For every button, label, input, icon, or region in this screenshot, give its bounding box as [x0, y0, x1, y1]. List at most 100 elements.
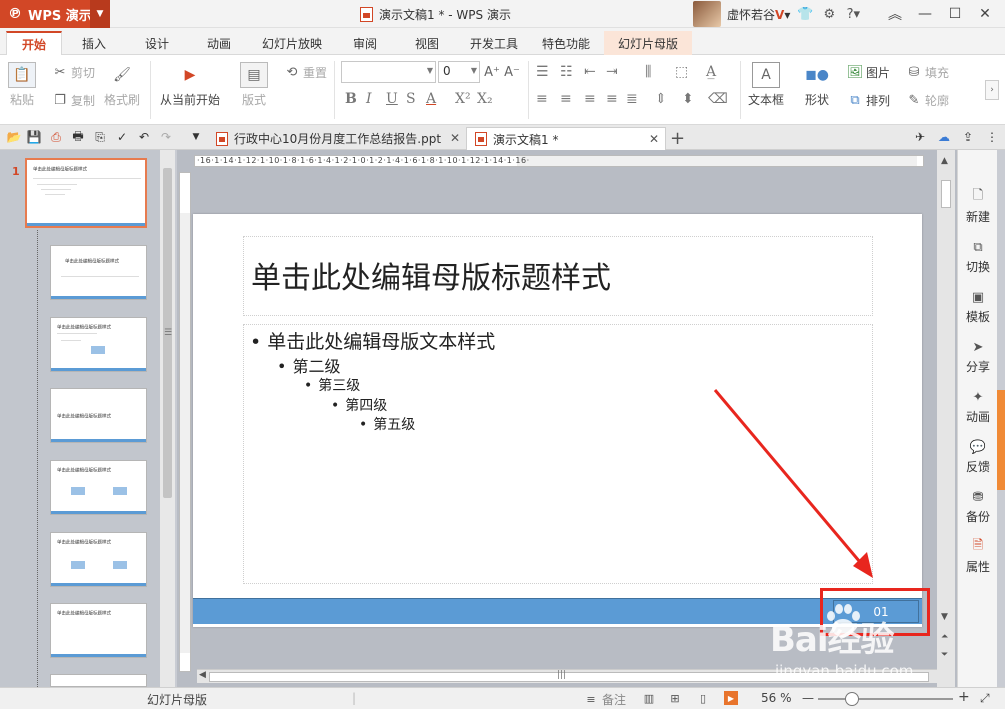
- save-icon[interactable]: 💾: [26, 129, 42, 145]
- tab-slide-master[interactable]: 幻灯片母版: [604, 31, 692, 55]
- sidebar-expand-handle[interactable]: [997, 390, 1005, 490]
- align-center-icon[interactable]: ≡: [560, 91, 572, 107]
- doc-tab-presentation1[interactable]: 演示文稿1 * ✕: [466, 127, 666, 150]
- shrink-font-button[interactable]: A⁻: [504, 64, 520, 80]
- master-slide-thumbnail[interactable]: 单击此处编辑母版标题样式: [25, 158, 147, 228]
- title-placeholder[interactable]: 单击此处编辑母版标题样式: [243, 236, 873, 316]
- app-menu-button[interactable]: ℗ WPS 演示 ▼: [0, 0, 110, 28]
- layout-thumbnail-comparison[interactable]: 单击此处编辑母版标题样式: [50, 532, 147, 587]
- print-icon[interactable]: 🖶: [70, 129, 86, 145]
- user-area[interactable]: 虚怀若谷V▾ 👕 ⚙ ?▾: [693, 0, 862, 28]
- bold-icon[interactable]: B: [345, 91, 357, 107]
- paste-button[interactable]: 📋 粘贴: [8, 62, 36, 108]
- open-folder-icon[interactable]: 📂: [6, 129, 22, 145]
- sidebar-new[interactable]: 🗋 新建: [958, 188, 998, 225]
- tab-view[interactable]: 视图: [403, 31, 451, 55]
- textbox-button[interactable]: A 文本框: [748, 62, 784, 108]
- tab-slideshow[interactable]: 幻灯片放映: [250, 31, 334, 55]
- bullet-list-icon[interactable]: ☰: [536, 64, 549, 80]
- ribbon-scroll-icon[interactable]: ›: [985, 80, 999, 100]
- layout-thumbnail-two-content[interactable]: 单击此处编辑母版标题样式: [50, 460, 147, 515]
- font-size-select[interactable]: 0 ▼: [438, 61, 480, 83]
- zoom-in-button[interactable]: +: [958, 689, 970, 705]
- underline-icon[interactable]: U: [386, 91, 398, 107]
- grow-font-button[interactable]: A⁺: [484, 64, 500, 80]
- tab-developer[interactable]: 开发工具: [458, 31, 530, 55]
- clear-format-icon[interactable]: ⌫: [708, 91, 728, 107]
- tab-insert[interactable]: 插入: [70, 31, 118, 55]
- redo-icon[interactable]: ↷: [158, 129, 174, 145]
- layout-button[interactable]: ▤ 版式: [240, 62, 268, 108]
- minimize-button[interactable]: —: [910, 0, 940, 28]
- arrange-button[interactable]: ⧉ 排列: [847, 92, 890, 109]
- sidebar-share[interactable]: ➤ 分享: [958, 338, 998, 375]
- maximize-button[interactable]: ☐: [940, 0, 970, 28]
- export-pdf-icon[interactable]: ⎙: [48, 129, 64, 145]
- close-tab-icon[interactable]: ✕: [450, 131, 460, 145]
- text-direction-icon[interactable]: ⫼: [645, 64, 651, 80]
- sidebar-properties[interactable]: 🗎 属性: [958, 538, 998, 575]
- fit-window-icon[interactable]: ⤢: [980, 691, 990, 706]
- paragraph-spacing-icon[interactable]: ⬍: [682, 91, 694, 107]
- reading-view-button[interactable]: ▯: [696, 691, 710, 705]
- shirt-skin-icon[interactable]: 👕: [796, 5, 814, 23]
- chevron-down-icon[interactable]: ▼: [90, 0, 110, 28]
- superscript-icon[interactable]: X²: [455, 91, 471, 107]
- strikethrough-icon[interactable]: S: [406, 91, 416, 107]
- username[interactable]: 虚怀若谷V▾: [727, 6, 790, 23]
- zoom-out-button[interactable]: —: [802, 691, 814, 705]
- columns-icon[interactable]: ⬚: [675, 64, 688, 80]
- align-left-icon[interactable]: ≡: [536, 91, 548, 107]
- customize-toolbar-icon[interactable]: ▼: [188, 129, 204, 145]
- sidebar-template[interactable]: ▣ 模板: [958, 288, 998, 325]
- outline-button[interactable]: ✎ 轮廓: [906, 92, 949, 109]
- tab-animation[interactable]: 动画: [195, 31, 243, 55]
- format-painter-button[interactable]: 🖌 格式刷: [104, 62, 140, 108]
- font-color-icon[interactable]: A: [426, 91, 436, 107]
- decrease-indent-icon[interactable]: ⇤: [584, 64, 596, 80]
- help-icon[interactable]: ?▾: [844, 5, 862, 23]
- avatar[interactable]: [693, 1, 721, 27]
- doc-tab-report[interactable]: 行政中心10月份月度工作总结报告.ppt ✕: [208, 127, 466, 150]
- notes-toggle[interactable]: ≡ 备注: [584, 691, 626, 708]
- share-icon[interactable]: ⇪: [960, 129, 976, 145]
- zoom-slider-knob[interactable]: [845, 692, 859, 706]
- reset-button[interactable]: ⟲ 重置: [284, 64, 327, 81]
- justify-icon[interactable]: ≡: [606, 91, 618, 107]
- undo-icon[interactable]: ↶: [136, 129, 152, 145]
- spell-check-icon[interactable]: ✓: [114, 129, 130, 145]
- close-button[interactable]: ✕: [970, 0, 1000, 28]
- layout-thumbnail-title-only[interactable]: 单击此处编辑母版标题样式: [50, 603, 147, 658]
- normal-view-button[interactable]: ▥: [642, 691, 656, 705]
- cloud-icon[interactable]: ☁: [936, 129, 952, 145]
- collapse-ribbon-icon[interactable]: ︽: [880, 0, 910, 28]
- copy-button[interactable]: ❐ 复制: [52, 92, 95, 109]
- italic-icon[interactable]: I: [366, 91, 372, 107]
- subscript-icon[interactable]: X₂: [477, 91, 493, 107]
- new-tab-plus-icon[interactable]: +: [670, 128, 685, 149]
- sidebar-backup[interactable]: ⛃ 备份: [958, 488, 998, 525]
- tab-design[interactable]: 设计: [133, 31, 181, 55]
- scroll-up-icon[interactable]: ▲: [941, 156, 948, 166]
- slideshow-button[interactable]: ▶: [724, 691, 738, 705]
- play-from-current-button[interactable]: ▶ 从当前开始: [160, 62, 220, 108]
- align-right-icon[interactable]: ≡: [584, 91, 596, 107]
- thumbnail-scrollbar[interactable]: ☰: [160, 150, 175, 687]
- distribute-icon[interactable]: ≣: [626, 91, 638, 107]
- shape-button[interactable]: ◼● 形状: [803, 62, 831, 108]
- layout-thumbnail-blank[interactable]: [50, 674, 147, 687]
- sidebar-feedback[interactable]: 💬 反馈: [958, 438, 998, 475]
- slide-sorter-button[interactable]: ⊞: [668, 691, 682, 705]
- layout-thumbnail-content[interactable]: 单击此处编辑母版标题样式: [50, 317, 147, 372]
- font-family-select[interactable]: ▼: [341, 61, 436, 83]
- numbered-list-icon[interactable]: ☷: [560, 64, 573, 80]
- zoom-slider-track[interactable]: [818, 698, 953, 700]
- line-spacing-icon[interactable]: ⇕: [655, 91, 667, 107]
- increase-indent-icon[interactable]: ⇥: [606, 64, 618, 80]
- picture-button[interactable]: 🖼 图片: [847, 64, 890, 81]
- sidebar-transition[interactable]: ⧉ 切换: [958, 238, 998, 275]
- close-tab-icon[interactable]: ✕: [649, 132, 659, 146]
- tab-features[interactable]: 特色功能: [530, 31, 602, 55]
- tab-review[interactable]: 审阅: [341, 31, 389, 55]
- settings-gear-icon[interactable]: ⚙: [820, 5, 838, 23]
